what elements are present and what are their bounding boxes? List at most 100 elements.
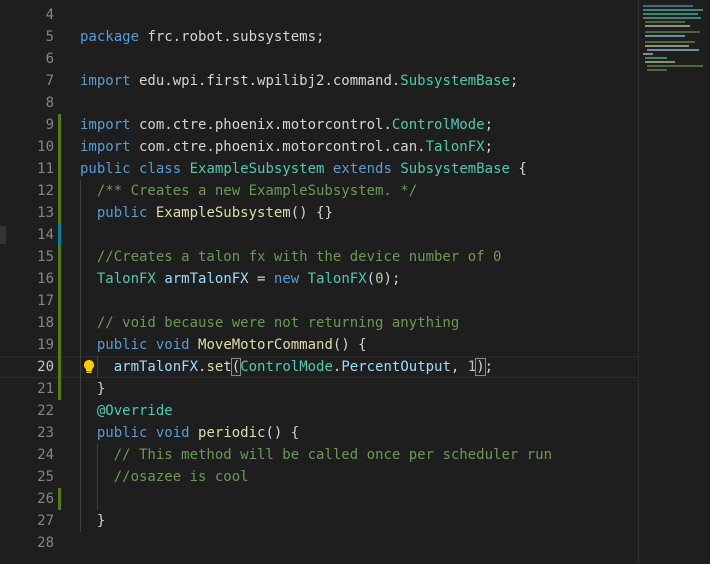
code-text[interactable]: public void MoveMotorCommand() { (80, 334, 367, 356)
code-text[interactable]: armTalonFX.set(ControlMode.PercentOutput… (80, 356, 493, 378)
code-line-8[interactable]: 8 (0, 92, 638, 114)
code-text[interactable]: import com.ctre.phoenix.motorcontrol.Con… (80, 114, 493, 136)
line-number[interactable]: 17 (0, 290, 54, 312)
code-line-18[interactable]: 18 // void because were not returning an… (0, 312, 638, 334)
gutter-added-indicator[interactable] (58, 312, 61, 334)
minimap-line (643, 53, 653, 55)
code-text[interactable]: // This method will be called once per s… (80, 444, 552, 466)
line-number[interactable]: 24 (0, 444, 54, 466)
line-number[interactable]: 10 (0, 136, 54, 158)
line-number[interactable]: 12 (0, 180, 54, 202)
line-number[interactable]: 15 (0, 246, 54, 268)
line-number[interactable]: 21 (0, 378, 54, 400)
line-number[interactable]: 25 (0, 466, 54, 488)
line-number[interactable]: 27 (0, 510, 54, 532)
code-line-20[interactable]: 20 armTalonFX.set(ControlMode.PercentOut… (0, 356, 638, 378)
code-line-19[interactable]: 19 public void MoveMotorCommand() { (0, 334, 638, 356)
code-line-11[interactable]: 11 public class ExampleSubsystem extends … (0, 158, 638, 180)
code-token: set (206, 359, 232, 375)
code-token: /** Creates a new ExampleSubsystem. */ (96, 183, 418, 199)
line-number[interactable]: 20 (0, 356, 54, 378)
code-token: MoveMotorCommand (198, 337, 333, 353)
code-line-27[interactable]: 27 } (0, 510, 638, 532)
line-number[interactable]: 26 (0, 488, 54, 510)
code-line-13[interactable]: 13 public ExampleSubsystem() {} (0, 202, 638, 224)
gutter-added-indicator[interactable] (58, 246, 61, 268)
code-token: SubsystemBase (400, 73, 510, 89)
code-text[interactable]: package frc.robot.subsystems; (80, 26, 324, 48)
code-token: import (80, 117, 131, 133)
code-token: void (155, 425, 190, 441)
code-line-5[interactable]: 5 package frc.robot.subsystems; (0, 26, 638, 48)
gutter-added-indicator[interactable] (58, 378, 61, 400)
code-line-21[interactable]: 21 } (0, 378, 638, 400)
code-text[interactable]: public ExampleSubsystem() {} (80, 202, 333, 224)
gutter-added-indicator[interactable] (58, 180, 61, 202)
code-text[interactable]: } (80, 378, 105, 400)
line-number[interactable]: 6 (0, 48, 54, 70)
code-line-25[interactable]: 25 //osazee is cool (0, 466, 638, 488)
folding-scroll-handle[interactable] (0, 226, 6, 244)
code-token: ); (383, 271, 401, 287)
code-text[interactable]: //osazee is cool (80, 466, 249, 488)
code-text[interactable]: public class ExampleSubsystem extends Su… (80, 158, 527, 180)
code-line-4[interactable]: 4 (0, 4, 638, 26)
gutter-modified-indicator[interactable] (58, 224, 61, 246)
code-line-7[interactable]: 7 import edu.wpi.first.wpilibj2.command.S… (0, 70, 638, 92)
code-text[interactable]: import com.ctre.phoenix.motorcontrol.can… (80, 136, 493, 158)
line-number[interactable]: 22 (0, 400, 54, 422)
gutter-added-indicator[interactable] (58, 158, 61, 180)
code-line-26[interactable]: 26 (0, 488, 638, 510)
code-editor[interactable]: 4 5 package frc.robot.subsystems; 6 7 import … (0, 0, 638, 564)
gutter-added-indicator[interactable] (58, 488, 61, 510)
line-number[interactable]: 9 (0, 114, 54, 136)
code-text[interactable]: public void periodic() { (80, 422, 299, 444)
line-number[interactable]: 8 (0, 92, 54, 114)
line-number[interactable]: 19 (0, 334, 54, 356)
code-line-23[interactable]: 23 public void periodic() { (0, 422, 638, 444)
code-line-17[interactable]: 17 (0, 290, 638, 312)
code-text[interactable]: import edu.wpi.first.wpilibj2.command.Su… (80, 70, 518, 92)
line-number[interactable]: 11 (0, 158, 54, 180)
code-text[interactable]: } (80, 510, 105, 532)
gutter-added-indicator[interactable] (58, 202, 61, 224)
code-line-15[interactable]: 15 //Creates a talon fx with the device … (0, 246, 638, 268)
code-token: com.ctre.phoenix.motorcontrol.can. (130, 139, 426, 155)
code-token: = (248, 271, 274, 287)
gutter-added-indicator[interactable] (58, 268, 61, 290)
line-number[interactable]: 4 (0, 4, 54, 26)
code-text[interactable]: /** Creates a new ExampleSubsystem. */ (80, 180, 417, 202)
code-line-24[interactable]: 24 // This method will be called once pe… (0, 444, 638, 466)
code-line-10[interactable]: 10 import com.ctre.phoenix.motorcontrol.c… (0, 136, 638, 158)
line-number[interactable]: 16 (0, 268, 54, 290)
line-number[interactable]: 23 (0, 422, 54, 444)
code-line-9[interactable]: 9 import com.ctre.phoenix.motorcontrol.Co… (0, 114, 638, 136)
minimap-line (643, 5, 693, 7)
code-line-14[interactable]: 14 (0, 224, 638, 246)
line-number[interactable]: 13 (0, 202, 54, 224)
line-number[interactable]: 7 (0, 70, 54, 92)
code-line-6[interactable]: 6 (0, 48, 638, 70)
code-text[interactable]: //Creates a talon fx with the device num… (80, 246, 502, 268)
minimap[interactable] (639, 0, 710, 564)
code-line-12[interactable]: 12 /** Creates a new ExampleSubsystem. *… (0, 180, 638, 202)
gutter-added-indicator[interactable] (58, 290, 61, 312)
code-line-28[interactable]: 28 (0, 532, 638, 554)
code-token: //Creates a talon fx with the device num… (96, 249, 502, 265)
line-number[interactable]: 5 (0, 26, 54, 48)
gutter-added-indicator[interactable] (58, 334, 61, 356)
line-number[interactable]: 18 (0, 312, 54, 334)
code-line-22[interactable]: 22 @Override (0, 400, 638, 422)
gutter-added-indicator[interactable] (58, 114, 61, 136)
code-text[interactable]: // void because were not returning anyth… (80, 312, 459, 334)
gutter-added-indicator[interactable] (58, 136, 61, 158)
code-text[interactable]: @Override (80, 400, 173, 422)
line-number[interactable]: 14 (0, 224, 54, 246)
line-number[interactable]: 28 (0, 532, 54, 554)
code-line-16[interactable]: 16 TalonFX armTalonFX = new TalonFX(0); (0, 268, 638, 290)
code-text[interactable]: TalonFX armTalonFX = new TalonFX(0); (80, 268, 401, 290)
gutter-added-indicator[interactable] (58, 356, 61, 378)
